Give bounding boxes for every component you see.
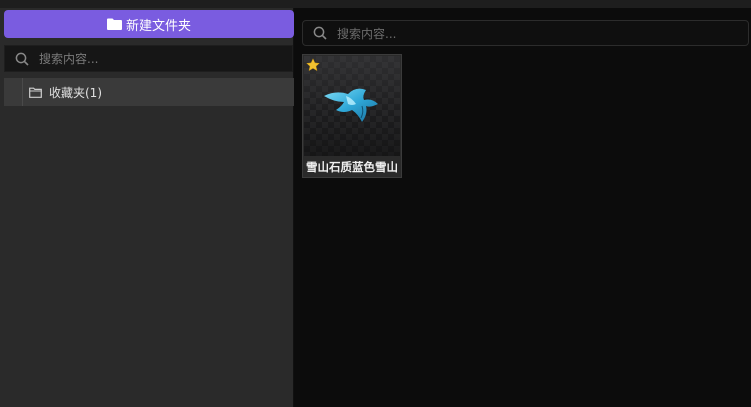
- asset-title: 雪山石质蓝色雪山: [306, 160, 398, 174]
- sidebar-search-input[interactable]: 搜索内容...: [4, 45, 293, 72]
- new-folder-label: 新建文件夹: [125, 18, 191, 34]
- sidebar-search-placeholder: 搜索内容...: [39, 52, 99, 66]
- search-icon: [313, 26, 327, 40]
- favorite-star-icon[interactable]: [306, 58, 320, 72]
- asset-card[interactable]: 雪山石质蓝色雪山: [302, 54, 402, 178]
- content-search-placeholder: 搜索内容...: [337, 26, 397, 41]
- top-divider: [0, 0, 751, 8]
- new-folder-button[interactable]: 新建文件夹: [4, 10, 294, 38]
- sidebar: 新建文件夹 搜索内容... 收藏夹(1): [0, 8, 294, 407]
- tree-indent: [4, 78, 23, 106]
- content-search-input[interactable]: 搜索内容...: [302, 20, 749, 46]
- folder-icon: [106, 18, 122, 30]
- content-panel: 搜索内容... 雪山石质蓝色雪山: [294, 8, 751, 407]
- sidebar-item-favorites[interactable]: 收藏夹(1): [4, 78, 294, 106]
- search-icon: [15, 52, 29, 66]
- sidebar-item-label: 收藏夹(1): [49, 85, 102, 100]
- blue-model-icon: [324, 88, 378, 122]
- folder-icon: [29, 87, 42, 98]
